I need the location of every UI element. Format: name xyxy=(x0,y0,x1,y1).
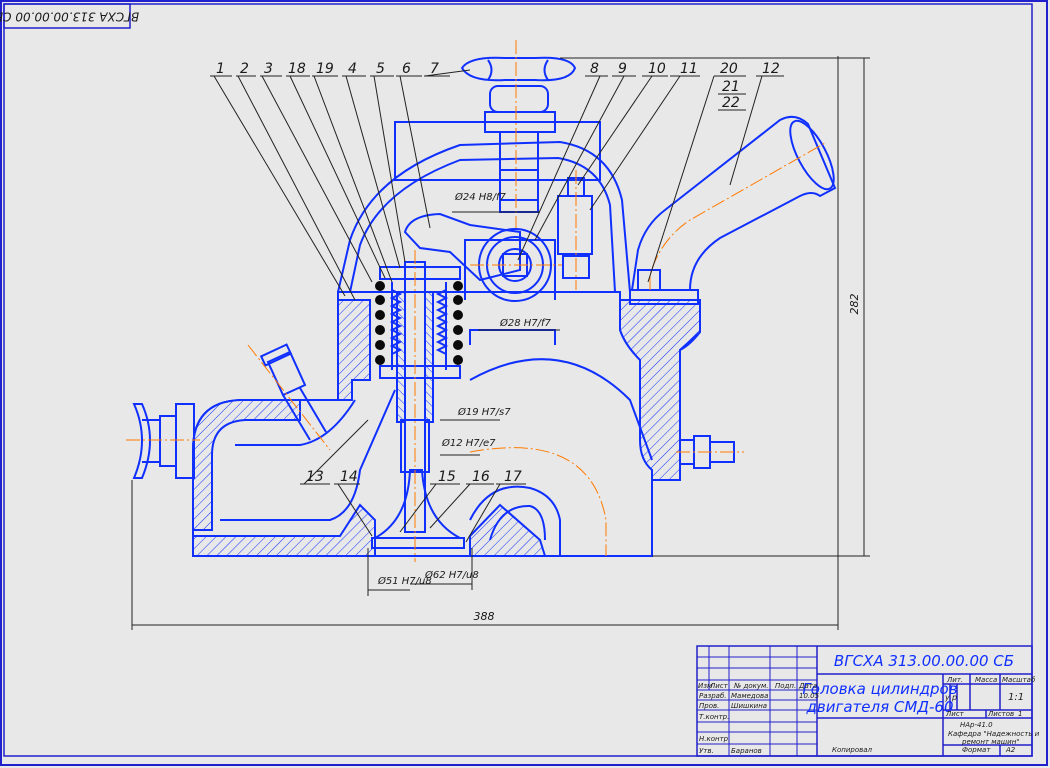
cover-plate xyxy=(394,121,601,181)
format-value: A2 xyxy=(1005,746,1016,754)
callout-12: 12 xyxy=(762,61,780,77)
left-wall-section xyxy=(337,299,371,401)
role-developer: Разраб. xyxy=(699,692,727,700)
bottom-deck-section xyxy=(192,503,376,557)
right-wall-section xyxy=(619,299,701,481)
callout-1: 1 xyxy=(216,61,225,77)
lit-label: Лит. xyxy=(946,676,963,684)
scale-value: 1:1 xyxy=(1008,692,1024,703)
copied-label: Копировал xyxy=(832,746,873,754)
outer-frame xyxy=(0,0,1048,766)
callout-8: 8 xyxy=(590,61,599,77)
corner-designation-box: ВГСХА 313.00.00.00 СБ xyxy=(0,3,139,29)
callout-4: 4 xyxy=(348,61,357,77)
callout-22: 22 xyxy=(722,95,740,111)
title-block-text: ВГСХА 313.00.00.00 СБ Головка цилиндров … xyxy=(698,652,1040,755)
sheets-value: 1 xyxy=(1018,710,1022,718)
scale-label: Масштаб xyxy=(1002,676,1036,684)
dim-d12: Ø12 H7/e7 xyxy=(441,437,496,449)
dim-d51: Ø51 H7/u8 xyxy=(377,575,432,587)
adjust-screw xyxy=(557,195,593,255)
callout-7: 7 xyxy=(430,61,439,77)
callout-labels: 1 2 3 18 19 4 5 6 7 8 9 10 11 20 21 22 1… xyxy=(216,61,780,485)
rocker-cover xyxy=(337,140,631,293)
mass-label: Масса xyxy=(975,676,997,684)
department-line-1: Кафедра "Надежность и xyxy=(948,730,1040,738)
inner-frame xyxy=(3,3,1033,757)
left-fitting xyxy=(259,343,327,441)
callout-9: 9 xyxy=(618,61,627,77)
person-checker: Шишкина xyxy=(731,702,767,710)
inlet-flange xyxy=(132,403,195,479)
letter-p: р xyxy=(951,693,957,702)
dim-d19: Ø19 H7/s7 xyxy=(457,406,511,418)
letter-u: у xyxy=(944,693,950,702)
title-line-2: двигателя СМД-60 xyxy=(805,698,953,716)
dim-d24: Ø24 H8/f7 xyxy=(454,191,507,203)
callout-21: 21 xyxy=(722,79,740,95)
callout-5: 5 xyxy=(376,61,385,77)
dim-overall-height: 282 xyxy=(848,294,861,315)
callout-17: 17 xyxy=(504,469,522,485)
dim-overall-width: 388 xyxy=(474,610,495,623)
col-header-date: Дата xyxy=(798,682,817,690)
col-header-list: Лист xyxy=(709,682,729,690)
left-intake-section xyxy=(192,399,301,556)
format-label: Формат xyxy=(962,746,991,754)
person-approved: Баранов xyxy=(731,747,762,755)
col-header-doc: № докум. xyxy=(733,682,769,690)
col-header-sign: Подп. xyxy=(775,682,796,690)
drawing-sheet: ВГСХА 313.00.00.00 СБ 388 282 Ø24 H8/f7 … xyxy=(0,0,1048,766)
callout-10: 10 xyxy=(648,61,666,77)
callout-18: 18 xyxy=(288,61,306,77)
callout-19: 19 xyxy=(316,61,334,77)
group-code: НАр-41.0 xyxy=(960,721,993,729)
callout-3: 3 xyxy=(264,61,273,77)
title-line-1: Головка цилиндров xyxy=(802,680,957,698)
callout-6: 6 xyxy=(402,61,411,77)
callout-14: 14 xyxy=(340,469,358,485)
callout-11: 11 xyxy=(680,61,698,77)
role-checker: Пров. xyxy=(699,702,719,710)
callout-20: 20 xyxy=(720,61,738,77)
dim-d28: Ø28 H7/f7 xyxy=(499,317,552,329)
role-approved: Утв. xyxy=(699,747,714,755)
sheets-label: Листов xyxy=(987,710,1014,718)
valve-springs xyxy=(375,281,463,370)
sheet-label: Лист xyxy=(945,710,965,718)
role-ncontrol: Н.контр. xyxy=(699,735,730,743)
date-developer: 10.05 xyxy=(799,692,820,700)
dim-d62: Ø62 H7/u8 xyxy=(424,569,479,581)
callout-13: 13 xyxy=(306,469,324,485)
callout-15: 15 xyxy=(438,469,456,485)
callout-16: 16 xyxy=(472,469,490,485)
intake-pipe xyxy=(629,115,837,305)
cap-nut xyxy=(460,56,577,133)
role-tcontrol: Т.контр. xyxy=(699,713,729,721)
department-line-2: ремонт машин" xyxy=(961,738,1020,746)
person-developer: Мамедова xyxy=(731,692,768,700)
corner-designation: ВГСХА 313.00.00.00 СБ xyxy=(0,10,139,24)
callout-2: 2 xyxy=(240,61,249,77)
designation: ВГСХА 313.00.00.00 СБ xyxy=(834,652,1014,670)
